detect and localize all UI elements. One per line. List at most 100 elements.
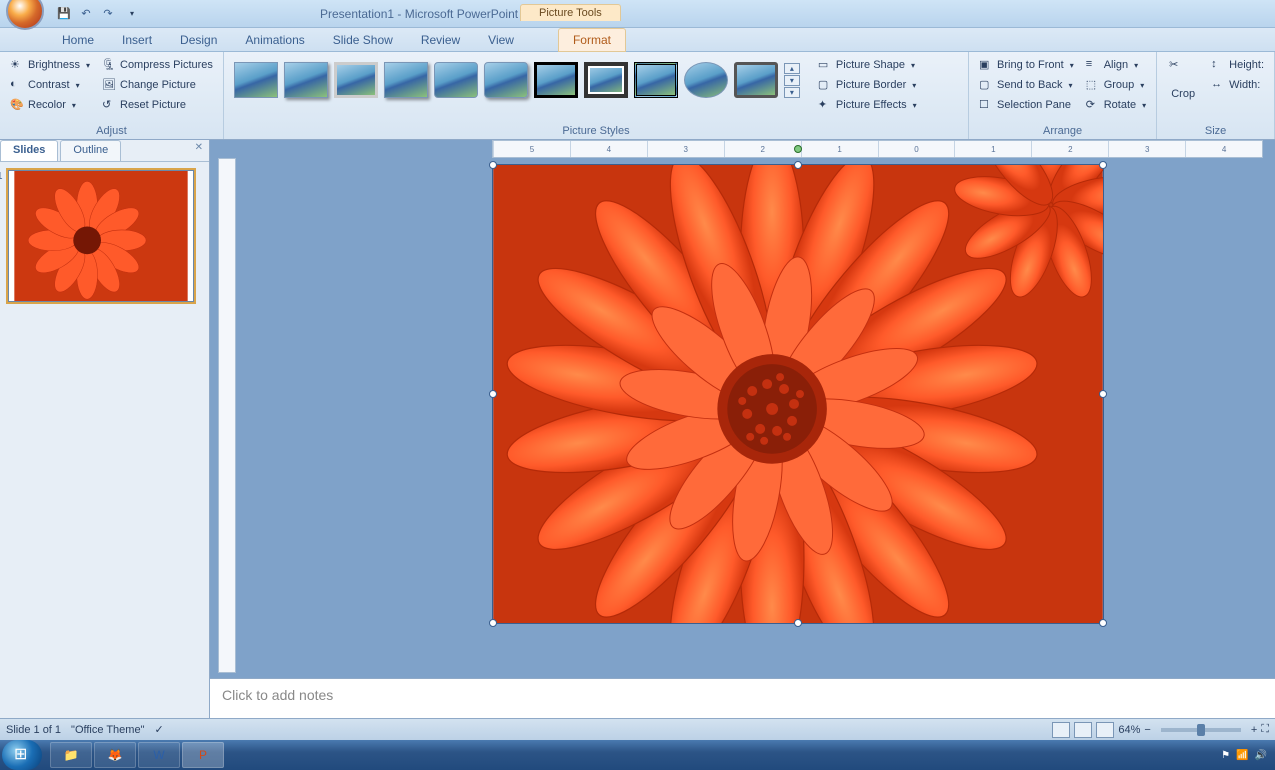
group-picture-styles: ▴ ▾ ▾ ▭Picture Shape▾ ▢Picture Border▾ ✦…	[224, 52, 969, 139]
tab-home[interactable]: Home	[48, 29, 108, 51]
windows-taskbar: 📁 🦊 W P ⚑ 📶 🔊	[0, 740, 1275, 770]
crop-icon: ✂	[1169, 58, 1197, 86]
selection-pane-button[interactable]: ☐Selection Pane	[975, 96, 1078, 114]
change-picture-button[interactable]: 🖼Change Picture	[98, 76, 217, 94]
style-thumb-2[interactable]	[284, 62, 328, 98]
style-thumb-7[interactable]	[534, 62, 578, 98]
send-back-icon: ▢	[979, 78, 993, 92]
view-slideshow-icon[interactable]	[1096, 722, 1114, 738]
tab-review[interactable]: Review	[407, 29, 474, 51]
slides-panel: Slides Outline ✕ 1	[0, 140, 210, 718]
tab-insert[interactable]: Insert	[108, 29, 166, 51]
height-field[interactable]: ↕Height:	[1207, 56, 1268, 74]
style-thumb-10[interactable]	[684, 62, 728, 98]
tab-format[interactable]: Format	[558, 28, 626, 52]
resize-handle-ml[interactable]	[489, 390, 497, 398]
border-icon: ▢	[818, 78, 832, 92]
picture-border-button[interactable]: ▢Picture Border▾	[814, 76, 921, 94]
start-button[interactable]	[2, 740, 42, 770]
style-thumb-9[interactable]	[634, 62, 678, 98]
zoom-out-icon[interactable]: −	[1144, 724, 1150, 736]
group-label-arrange: Arrange	[975, 123, 1150, 137]
office-button[interactable]	[6, 0, 44, 30]
crop-button[interactable]: ✂ Crop	[1163, 56, 1203, 102]
notes-pane[interactable]: Click to add notes	[210, 678, 1275, 718]
width-field[interactable]: ↔Width:	[1207, 76, 1268, 94]
tab-design[interactable]: Design	[166, 29, 231, 51]
slide-editor[interactable]: 5 4 3 2 1 0 1 2 3 4	[210, 140, 1275, 718]
style-thumb-6[interactable]	[484, 62, 528, 98]
panel-tab-slides[interactable]: Slides	[0, 140, 58, 161]
recolor-button[interactable]: 🎨Recolor▾	[6, 96, 94, 114]
tab-animations[interactable]: Animations	[231, 29, 318, 51]
resize-handle-bl[interactable]	[489, 619, 497, 627]
compress-pictures-button[interactable]: 🗜Compress Pictures	[98, 56, 217, 74]
taskbar-firefox-icon[interactable]: 🦊	[94, 742, 136, 768]
send-to-back-button[interactable]: ▢Send to Back▾	[975, 76, 1078, 94]
resize-handle-tr[interactable]	[1099, 161, 1107, 169]
rotate-button[interactable]: ⟳Rotate▾	[1082, 96, 1150, 114]
resize-handle-tm[interactable]	[794, 161, 802, 169]
picture-content	[493, 165, 1103, 623]
slide-canvas[interactable]	[492, 164, 1104, 624]
qat-dropdown-icon[interactable]: ▾	[124, 6, 140, 22]
gallery-more-icon[interactable]: ▾	[784, 87, 800, 98]
resize-handle-bm[interactable]	[794, 619, 802, 627]
redo-icon[interactable]: ↷	[100, 6, 116, 22]
shape-icon: ▭	[818, 58, 832, 72]
panel-close-icon[interactable]: ✕	[189, 140, 209, 161]
tray-network-icon[interactable]: 📶	[1236, 750, 1248, 761]
view-sorter-icon[interactable]	[1074, 722, 1092, 738]
brightness-button[interactable]: ☀Brightness▾	[6, 56, 94, 74]
tray-flag-icon[interactable]: ⚑	[1221, 750, 1230, 761]
bring-to-front-button[interactable]: ▣Bring to Front▾	[975, 56, 1078, 74]
taskbar-powerpoint-icon[interactable]: P	[182, 742, 224, 768]
reset-picture-button[interactable]: ↺Reset Picture	[98, 96, 217, 114]
contrast-button[interactable]: ◐Contrast▾	[6, 76, 94, 94]
zoom-level: 64%	[1118, 724, 1140, 736]
zoom-in-icon[interactable]: +	[1251, 724, 1257, 736]
style-thumb-4[interactable]	[384, 62, 428, 98]
reset-icon: ↺	[102, 98, 116, 112]
tab-slideshow[interactable]: Slide Show	[319, 29, 407, 51]
panel-tab-outline[interactable]: Outline	[60, 140, 121, 161]
slide-thumb-1[interactable]: 1	[8, 170, 194, 302]
taskbar-explorer-icon[interactable]: 📁	[50, 742, 92, 768]
group-button[interactable]: ⬚Group▾	[1082, 76, 1150, 94]
vertical-ruler	[218, 158, 236, 673]
fit-icon[interactable]: ⛶	[1261, 723, 1269, 736]
tray-volume-icon[interactable]: 🔊	[1255, 750, 1267, 761]
zoom-slider[interactable]	[1161, 728, 1241, 732]
horizontal-ruler: 5 4 3 2 1 0 1 2 3 4	[492, 140, 1263, 158]
gallery-up-icon[interactable]: ▴	[784, 63, 800, 74]
resize-handle-tl[interactable]	[489, 161, 497, 169]
group-adjust: ☀Brightness▾ ◐Contrast▾ 🎨Recolor▾ 🗜Compr…	[0, 52, 224, 139]
style-thumb-11[interactable]	[734, 62, 778, 98]
selection-pane-icon: ☐	[979, 98, 993, 112]
rotate-handle[interactable]	[794, 145, 802, 153]
resize-handle-mr[interactable]	[1099, 390, 1107, 398]
slide-thumbnails: 1	[0, 162, 209, 310]
selected-picture[interactable]	[492, 164, 1104, 624]
picture-effects-button[interactable]: ✦Picture Effects▾	[814, 96, 921, 114]
spellcheck-icon[interactable]: ✓	[154, 723, 163, 736]
ribbon: ☀Brightness▾ ◐Contrast▾ 🎨Recolor▾ 🗜Compr…	[0, 52, 1275, 140]
view-normal-icon[interactable]	[1052, 722, 1070, 738]
style-thumb-8[interactable]	[584, 62, 628, 98]
style-thumb-3[interactable]	[334, 62, 378, 98]
bring-front-icon: ▣	[979, 58, 993, 72]
picture-shape-button[interactable]: ▭Picture Shape▾	[814, 56, 921, 74]
height-icon: ↕	[1211, 58, 1225, 72]
taskbar-word-icon[interactable]: W	[138, 742, 180, 768]
resize-handle-br[interactable]	[1099, 619, 1107, 627]
style-thumb-5[interactable]	[434, 62, 478, 98]
group-icon: ⬚	[1086, 78, 1100, 92]
tab-view[interactable]: View	[474, 29, 528, 51]
gallery-down-icon[interactable]: ▾	[784, 75, 800, 86]
undo-icon[interactable]: ↶	[78, 6, 94, 22]
align-button[interactable]: ≡Align▾	[1082, 56, 1150, 74]
save-icon[interactable]: 💾	[56, 6, 72, 22]
status-bar: Slide 1 of 1 "Office Theme" ✓ 64% − + ⛶	[0, 718, 1275, 740]
style-thumb-1[interactable]	[234, 62, 278, 98]
status-slide: Slide 1 of 1	[6, 724, 61, 736]
